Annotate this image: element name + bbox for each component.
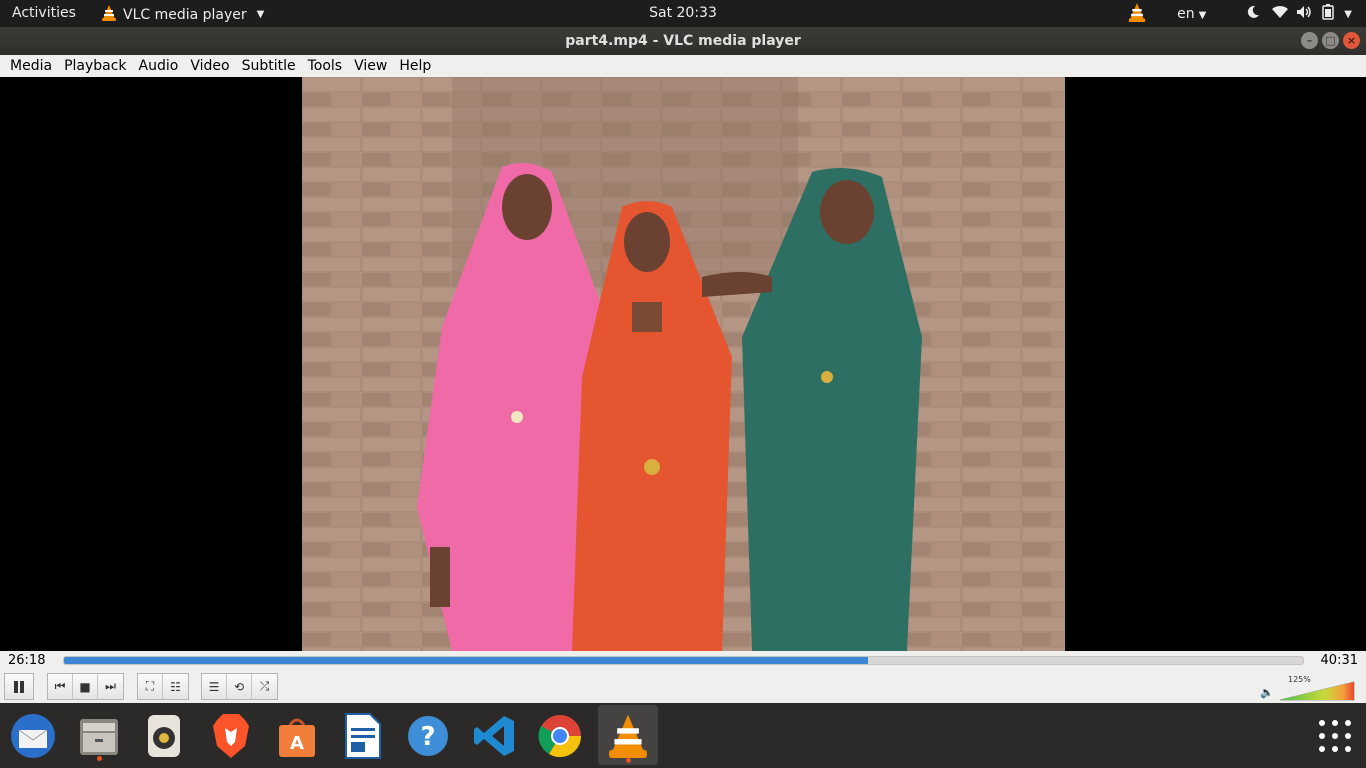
- loop-button[interactable]: ⟲: [227, 674, 252, 699]
- menu-subtitle[interactable]: Subtitle: [236, 58, 302, 74]
- seek-bar-row: 26:18 40:31: [0, 651, 1366, 671]
- vlc-tray-icon[interactable]: [1127, 2, 1147, 26]
- activities-button[interactable]: Activities: [12, 5, 76, 21]
- vlc-icon: [609, 714, 647, 758]
- seek-progress-fill: [64, 657, 869, 664]
- menu-tools[interactable]: Tools: [302, 58, 349, 74]
- menu-audio[interactable]: Audio: [133, 58, 185, 74]
- dock-vscode[interactable]: [467, 709, 521, 763]
- skip-back-icon: ⏮: [54, 679, 66, 693]
- chevron-down-icon: ▼: [1198, 10, 1207, 21]
- brave-icon: [213, 714, 249, 758]
- window-title: part4.mp4 - VLC media player: [565, 33, 801, 49]
- running-indicator: [97, 756, 102, 761]
- seek-slider[interactable]: [63, 656, 1304, 665]
- fullscreen-button[interactable]: ⛶: [138, 674, 163, 699]
- menu-video[interactable]: Video: [184, 58, 235, 74]
- menu-help[interactable]: Help: [393, 58, 437, 74]
- dock-vlc[interactable]: [598, 705, 658, 765]
- svg-text:?: ?: [420, 722, 435, 752]
- shuffle-button[interactable]: ⤮: [252, 674, 277, 699]
- files-icon: [80, 719, 118, 755]
- gnome-top-bar: Activities VLC media player ▼ Sat 20:33 …: [0, 0, 1366, 27]
- running-indicator: [626, 758, 631, 763]
- video-frame: [302, 77, 1065, 651]
- extended-settings-button[interactable]: ☷: [163, 674, 188, 699]
- shuffle-icon: ⤮: [259, 679, 270, 693]
- pause-button[interactable]: [4, 673, 34, 700]
- video-area[interactable]: [0, 77, 1366, 651]
- playlist-button[interactable]: ☰: [202, 674, 227, 699]
- vlc-cone-icon: [101, 4, 117, 25]
- app-menu[interactable]: VLC media player ▼: [101, 4, 264, 25]
- dock-software[interactable]: A: [270, 709, 324, 763]
- night-light-icon[interactable]: [1246, 5, 1260, 23]
- language-indicator[interactable]: en ▼: [1177, 6, 1206, 22]
- pause-icon: [14, 680, 24, 693]
- menu-media[interactable]: Media: [4, 58, 58, 74]
- speaker-icon: 🔈: [1260, 686, 1274, 699]
- menu-playback[interactable]: Playback: [58, 58, 132, 74]
- fullscreen-icon: ⛶: [145, 679, 155, 693]
- close-icon[interactable]: ×: [1343, 32, 1360, 49]
- software-center-icon: A: [279, 718, 315, 757]
- dock-chrome[interactable]: [533, 709, 587, 763]
- chevron-down-icon: ▼: [256, 9, 265, 20]
- stop-button[interactable]: ■: [73, 674, 98, 699]
- show-applications-button[interactable]: [1316, 717, 1354, 755]
- app-menu-label: VLC media player: [123, 6, 247, 23]
- stop-icon: ■: [79, 679, 91, 694]
- total-time[interactable]: 40:31: [1321, 653, 1358, 668]
- vscode-icon: [474, 716, 514, 756]
- svg-text:A: A: [290, 733, 304, 754]
- thunderbird-icon: [11, 714, 55, 758]
- playlist-icon: ☰: [208, 679, 220, 694]
- battery-icon[interactable]: [1322, 4, 1335, 24]
- window-title-bar: part4.mp4 - VLC media player – □ ×: [0, 27, 1366, 55]
- menu-view[interactable]: View: [348, 58, 393, 74]
- help-icon: ?: [408, 716, 448, 756]
- dock-files[interactable]: [72, 709, 126, 763]
- dock-rhythmbox[interactable]: [137, 709, 191, 763]
- clock[interactable]: Sat 20:33: [649, 5, 717, 21]
- libreoffice-writer-icon: [345, 713, 381, 759]
- volume-control[interactable]: 🔈 125%: [1260, 675, 1360, 701]
- minimize-icon[interactable]: –: [1301, 32, 1318, 49]
- volume-icon[interactable]: [1296, 5, 1312, 23]
- volume-slider[interactable]: [1280, 679, 1356, 701]
- chrome-icon: [538, 715, 582, 758]
- dock-help[interactable]: ?: [401, 709, 455, 763]
- loop-icon: ⟲: [233, 679, 245, 694]
- control-bar: ⏮ ■ ⏭ ⛶ ☷ ☰ ⟲ ⤮ 🔈 125%: [0, 671, 1366, 703]
- system-menu-chevron-icon[interactable]: ▼: [1344, 9, 1352, 20]
- dock: A ?: [0, 703, 1366, 768]
- skip-forward-icon: ⏭: [105, 679, 116, 693]
- elapsed-time[interactable]: 26:18: [8, 653, 45, 668]
- dock-brave[interactable]: [204, 709, 258, 763]
- rhythmbox-icon: [148, 715, 180, 757]
- menu-bar: Media Playback Audio Video Subtitle Tool…: [0, 55, 1366, 77]
- equalizer-icon: ☷: [170, 679, 181, 694]
- language-label: en: [1177, 6, 1195, 22]
- video-frame-illustration: [302, 77, 1065, 651]
- previous-button[interactable]: ⏮: [48, 674, 73, 699]
- dock-writer[interactable]: [335, 709, 389, 763]
- next-button[interactable]: ⏭: [98, 674, 123, 699]
- dock-thunderbird[interactable]: [6, 709, 60, 763]
- wifi-icon[interactable]: [1272, 5, 1289, 23]
- maximize-icon[interactable]: □: [1322, 32, 1339, 49]
